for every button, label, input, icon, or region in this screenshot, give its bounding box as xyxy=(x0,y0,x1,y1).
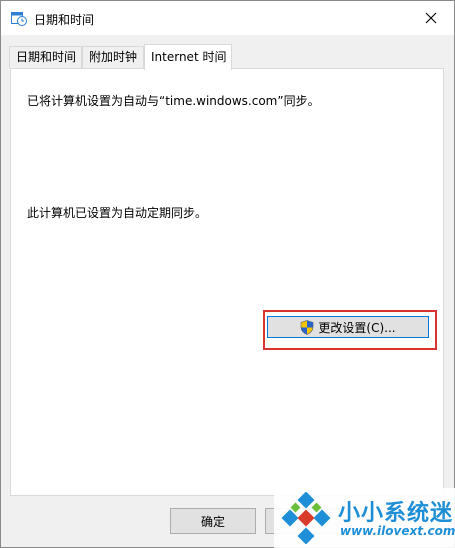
close-icon xyxy=(425,12,437,24)
title-bar[interactable]: 日期和时间 xyxy=(1,1,454,35)
clock-calendar-icon xyxy=(11,10,27,26)
watermark-brand: 小小系统迷 xyxy=(338,501,454,526)
date-time-dialog: 日期和时间 日期和时间 附加时钟 Internet 时间 已将计算机设置为自动与… xyxy=(0,0,455,548)
watermark-url: www.ilovext.com xyxy=(340,524,455,538)
window-title: 日期和时间 xyxy=(34,13,95,27)
close-button[interactable] xyxy=(408,1,454,35)
auto-sync-text: 此计算机已设置为自动定期同步。 xyxy=(27,206,208,220)
site-logo xyxy=(281,492,331,544)
tab-date-time[interactable]: 日期和时间 xyxy=(9,46,82,68)
sync-server-text: 已将计算机设置为自动与“time.windows.com”同步。 xyxy=(27,94,320,108)
watermark: 小小系统迷 www.ilovext.com xyxy=(274,488,455,548)
internet-time-panel: 已将计算机设置为自动与“time.windows.com”同步。 此计算机已设置… xyxy=(10,68,444,496)
change-settings-button[interactable]: 更改设置(C)... xyxy=(267,316,429,338)
ok-button[interactable]: 确定 xyxy=(170,508,256,534)
tab-additional-clocks[interactable]: 附加时钟 xyxy=(82,46,144,68)
change-settings-label: 更改设置(C)... xyxy=(318,320,396,335)
tab-internet-time[interactable]: Internet 时间 xyxy=(144,44,232,70)
uac-shield-icon xyxy=(301,319,314,335)
